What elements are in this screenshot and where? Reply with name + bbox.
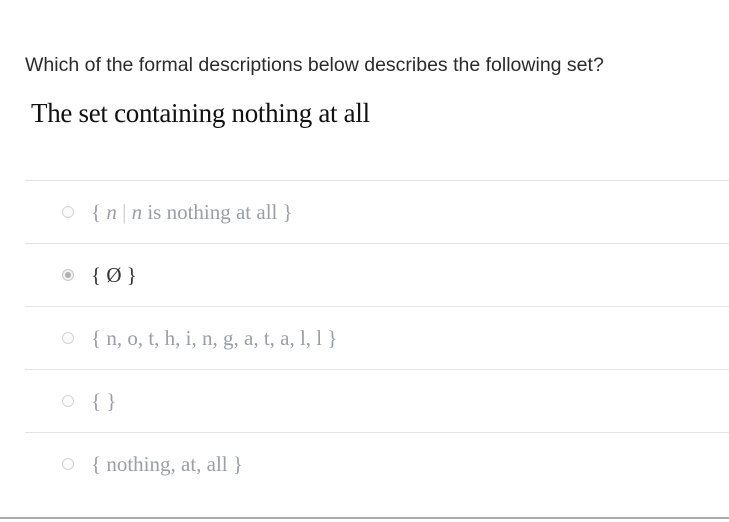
radio-button-selected[interactable] <box>62 269 74 281</box>
option-label[interactable]: { Ø } <box>91 263 137 288</box>
option-label[interactable]: { n | n is nothing at all } <box>91 200 293 225</box>
set-description: The set containing nothing at all <box>31 98 370 128</box>
question-text: Which of the formal descriptions below d… <box>25 54 604 76</box>
divider <box>0 517 729 519</box>
radio-button[interactable] <box>62 206 74 218</box>
option-words[interactable]: { nothing, at, all } <box>25 432 729 495</box>
option-label[interactable]: { } <box>91 389 116 414</box>
radio-button[interactable] <box>62 395 74 407</box>
option-empty-braces[interactable]: { } <box>25 369 729 432</box>
option-label[interactable]: { nothing, at, all } <box>91 452 243 477</box>
option-letters[interactable]: { n, o, t, h, i, n, g, a, t, a, l, l } <box>25 306 729 369</box>
option-empty-set-symbol[interactable]: { Ø } <box>25 243 729 306</box>
option-set-builder[interactable]: { n | n is nothing at all } <box>25 180 729 243</box>
answer-options: { n | n is nothing at all } { Ø } { n, o… <box>25 180 729 495</box>
option-label[interactable]: { n, o, t, h, i, n, g, a, t, a, l, l } <box>91 326 337 351</box>
radio-button[interactable] <box>62 332 74 344</box>
radio-button[interactable] <box>62 458 74 470</box>
